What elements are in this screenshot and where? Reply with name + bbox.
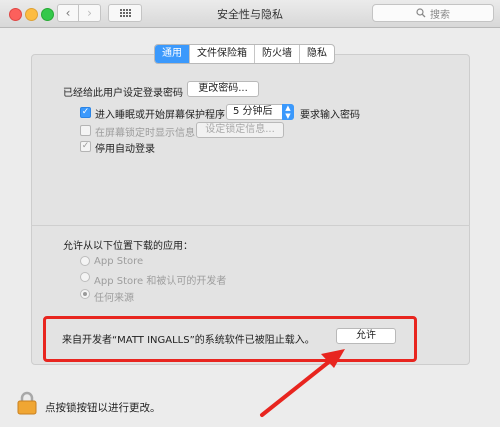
lock-hint-text: 点按锁按钮以进行更改。 (45, 402, 161, 414)
tab-bar: 通用 文件保险箱 防火墙 隐私 (154, 44, 335, 64)
tab-filevault[interactable]: 文件保险箱 (189, 45, 254, 63)
lock-icon[interactable] (17, 391, 37, 415)
tab-firewall[interactable]: 防火墙 (254, 45, 299, 63)
annotation-arrow (260, 349, 345, 417)
tab-general[interactable]: 通用 (155, 45, 189, 63)
tab-privacy[interactable]: 隐私 (299, 45, 334, 63)
